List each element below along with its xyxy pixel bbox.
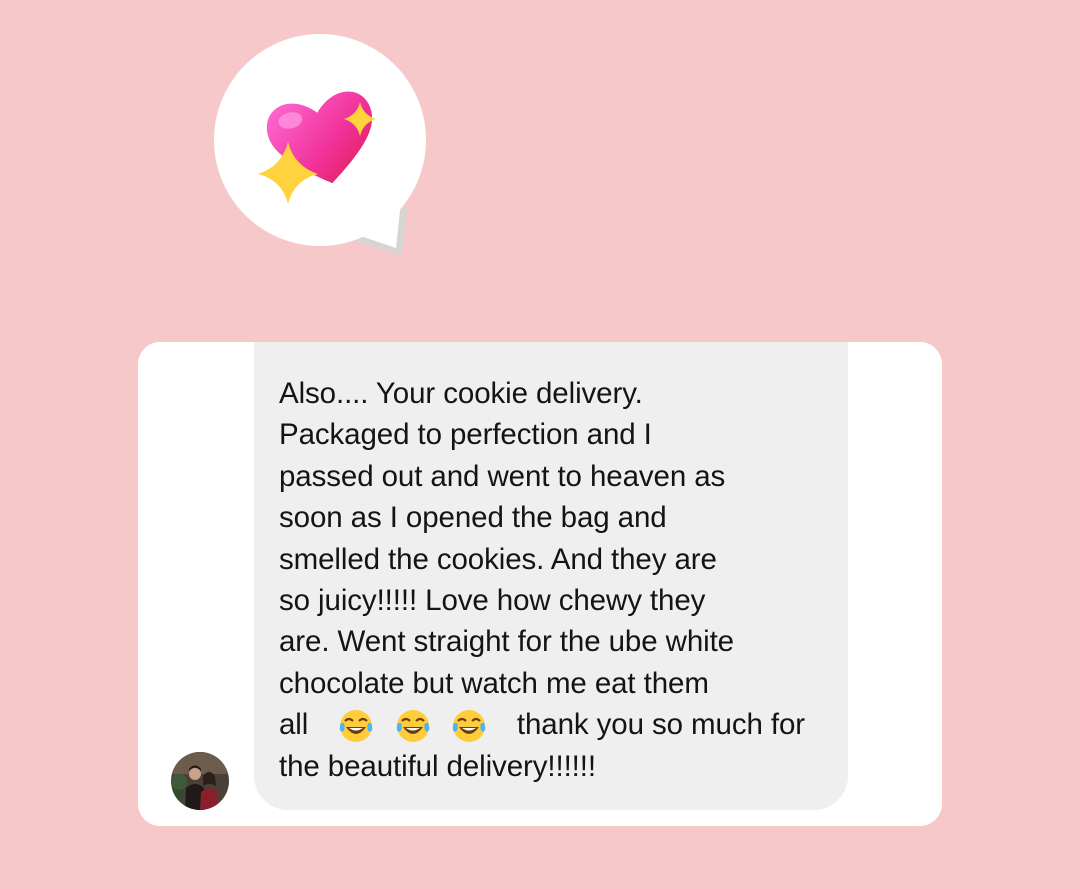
sender-avatar[interactable]: [171, 752, 229, 810]
reaction-bubble-shape: [214, 34, 426, 256]
reaction-sticker: [196, 26, 456, 276]
message-line: Packaged to perfection and I: [279, 418, 652, 452]
message-line: chocolate but watch me eat them: [279, 666, 709, 700]
face-with-tears-of-joy-icon: [395, 708, 431, 744]
message-line: passed out and went to heaven as: [279, 459, 726, 493]
message-line: soon as I opened the bag and: [279, 501, 667, 535]
message-line: Also.... Your cookie delivery.: [279, 377, 643, 410]
message-line-suffix: thank you so much for: [516, 708, 806, 742]
message-line: are. Went straight for the ube white: [279, 625, 734, 659]
message-line: smelled the cookies. And they are: [279, 542, 717, 576]
face-with-tears-of-joy-icon: [451, 708, 487, 744]
message-line: the beautiful delivery!!!!!!: [279, 749, 596, 783]
message-line: so juicy!!!!! Love how chewy they: [279, 584, 706, 618]
face-with-tears-of-joy-icon: [338, 708, 374, 744]
message-line-prefix: all: [279, 708, 309, 742]
message-text: Also.... Your cookie delivery. Packaged …: [279, 373, 827, 787]
message-line-with-emojis: all thank you so much for: [279, 704, 827, 745]
profile-photo-avatar: [171, 752, 229, 810]
